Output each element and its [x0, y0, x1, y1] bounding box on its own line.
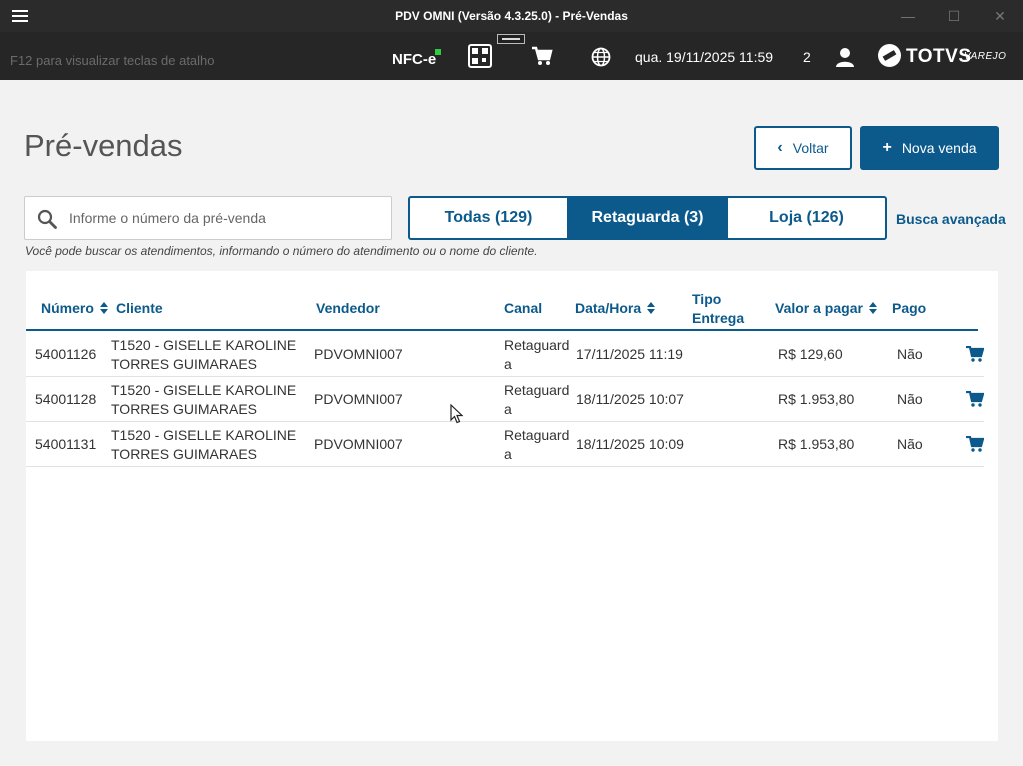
table-row[interactable]: 54001128 T1520 - GISELLE KAROLINE TORRES… — [26, 377, 984, 422]
search-box — [24, 196, 392, 240]
cell-vendedor: PDVOMNI007 — [314, 346, 403, 362]
cell-cliente: T1520 - GISELLE KAROLINE TORRES GUIMARAE… — [111, 426, 296, 464]
cell-cliente-line: T1520 - GISELLE KAROLINE — [111, 382, 297, 398]
column-header-label: Tipo — [692, 291, 722, 307]
tab-all[interactable]: Todas (129) — [410, 198, 567, 238]
presales-table: Número Cliente Vendedor Canal Data/Hora … — [26, 271, 998, 741]
printer-icon[interactable] — [497, 34, 525, 44]
sort-icon — [868, 302, 877, 314]
cell-datahora: 18/11/2025 10:07 — [576, 391, 684, 407]
column-header-canal: Canal — [504, 300, 543, 316]
sort-icon — [99, 302, 108, 314]
cell-canal: Retaguard a — [504, 426, 569, 464]
new-sale-button-label: Nova venda — [901, 140, 977, 156]
cell-cliente-line: TORRES GUIMARAES — [111, 446, 257, 462]
chevron-left-icon: ‹ — [777, 139, 783, 156]
column-header-numero[interactable]: Número — [41, 299, 108, 318]
shortcut-hint: F12 para visualizar teclas de atalho — [10, 53, 215, 68]
column-header-label: Entrega — [692, 310, 745, 326]
cell-datahora: 18/11/2025 10:09 — [576, 436, 684, 452]
cell-numero: 54001126 — [35, 346, 97, 362]
column-header-label: Número — [41, 300, 94, 316]
page-title: Pré-vendas — [24, 128, 183, 163]
cell-pago: Não — [897, 346, 923, 362]
sort-icon — [647, 302, 656, 314]
cell-cliente: T1520 - GISELLE KAROLINE TORRES GUIMARAE… — [111, 336, 296, 374]
cell-cliente-line: T1520 - GISELLE KAROLINE — [111, 427, 297, 443]
tab-backoffice[interactable]: Retaguarda (3) — [567, 198, 726, 238]
table-row[interactable]: 54001126 T1520 - GISELLE KAROLINE TORRES… — [26, 332, 984, 377]
search-icon — [37, 209, 57, 229]
cell-pago: Não — [897, 436, 923, 452]
search-helper-text: Você pode buscar os atendimentos, inform… — [25, 244, 538, 258]
cart-icon[interactable] — [966, 436, 984, 452]
cell-vendedor: PDVOMNI007 — [314, 391, 403, 407]
table-row[interactable]: 54001131 T1520 - GISELLE KAROLINE TORRES… — [26, 422, 984, 467]
cell-canal-line: Retaguard — [504, 427, 570, 443]
cell-datahora: 17/11/2025 11:19 — [576, 346, 683, 362]
cell-canal: Retaguard a — [504, 381, 569, 419]
column-header-datahora[interactable]: Data/Hora — [575, 299, 656, 318]
cell-valor: R$ 1.953,80 — [778, 436, 855, 452]
cell-canal-line: Retaguard — [504, 382, 570, 398]
cell-numero: 54001128 — [35, 391, 97, 407]
globe-icon[interactable] — [591, 47, 611, 67]
column-header-valor[interactable]: Valor a pagar — [775, 299, 877, 318]
column-header-tipo-entrega: Tipo Entrega — [692, 290, 744, 328]
cell-vendedor: PDVOMNI007 — [314, 436, 403, 452]
new-sale-button[interactable]: + Nova venda — [860, 126, 999, 170]
column-header-label: Data/Hora — [575, 300, 642, 316]
nfce-status-dot — [435, 49, 441, 55]
advanced-search-link[interactable]: Busca avançada — [896, 211, 1006, 227]
brand-name: TOTVS — [906, 46, 972, 67]
nfce-indicator: NFC-e — [392, 51, 437, 68]
brand-sub: VAREJO — [964, 51, 1007, 62]
cell-cliente-line: TORRES GUIMARAES — [111, 401, 257, 417]
qr-code-icon[interactable] — [468, 44, 492, 68]
column-header-cliente: Cliente — [116, 300, 163, 316]
datetime: qua. 19/11/2025 11:59 — [635, 49, 774, 65]
cell-canal: Retaguard a — [504, 336, 569, 374]
cell-valor: R$ 129,60 — [778, 346, 843, 362]
cell-cliente-line: TORRES GUIMARAES — [111, 356, 257, 372]
filter-segment: Todas (129) Retaguarda (3) Loja (126) — [408, 196, 887, 240]
user-icon[interactable] — [835, 47, 855, 67]
cell-cliente: T1520 - GISELLE KAROLINE TORRES GUIMARAE… — [111, 381, 296, 419]
back-button[interactable]: ‹ Voltar — [754, 126, 852, 170]
status-bar: F12 para visualizar teclas de atalho NFC… — [0, 32, 1023, 80]
column-header-vendedor: Vendedor — [316, 300, 380, 316]
cart-icon[interactable] — [966, 391, 984, 407]
notification-count: 2 — [803, 49, 811, 65]
maximize-button[interactable]: ☐ — [944, 6, 964, 26]
cell-canal-line: Retaguard — [504, 337, 570, 353]
title-bar: PDV OMNI (Versão 4.3.25.0) - Pré-Vendas … — [0, 0, 1023, 32]
column-header-pago: Pago — [892, 300, 927, 316]
cell-cliente-line: T1520 - GISELLE KAROLINE — [111, 337, 297, 353]
cart-icon[interactable] — [966, 346, 984, 362]
cell-canal-line: a — [504, 446, 512, 462]
plus-icon: + — [882, 139, 892, 156]
minimize-button[interactable]: — — [898, 6, 918, 26]
tab-store[interactable]: Loja (126) — [726, 198, 885, 238]
cell-numero: 54001131 — [35, 436, 97, 452]
cell-canal-line: a — [504, 401, 512, 417]
column-header-label: Valor a pagar — [775, 300, 863, 316]
cart-icon[interactable] — [531, 46, 553, 66]
close-button[interactable]: ✕ — [990, 6, 1010, 26]
back-button-label: Voltar — [792, 140, 829, 156]
cell-valor: R$ 1.953,80 — [778, 391, 855, 407]
header-divider — [26, 329, 978, 331]
window-title: PDV OMNI (Versão 4.3.25.0) - Pré-Vendas — [395, 9, 628, 23]
mouse-cursor-icon — [450, 404, 464, 424]
cell-canal-line: a — [504, 356, 512, 372]
cell-pago: Não — [897, 391, 923, 407]
search-input[interactable] — [69, 207, 379, 229]
